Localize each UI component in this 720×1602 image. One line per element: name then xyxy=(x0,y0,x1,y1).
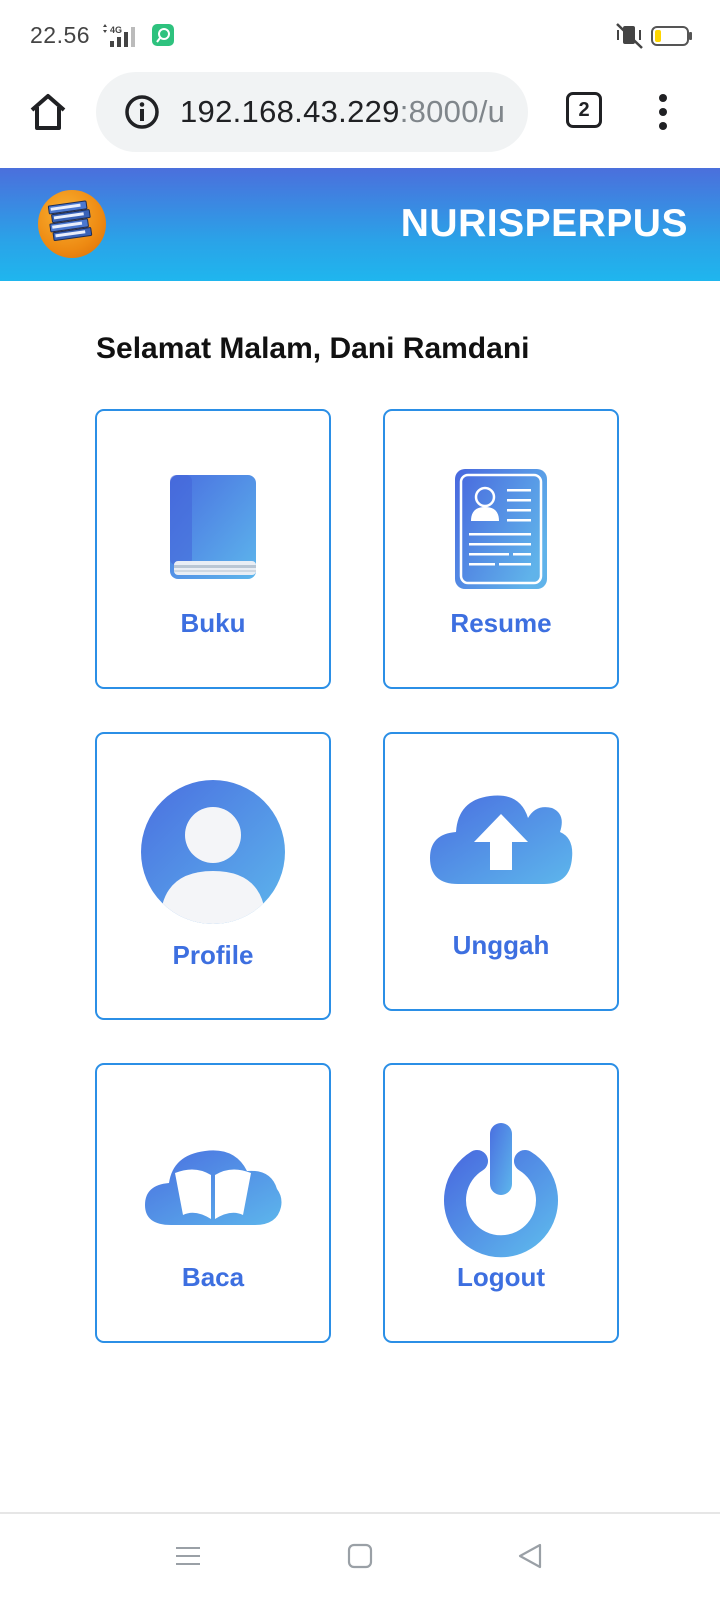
app-header: NURISPERPUS xyxy=(0,168,720,281)
browser-toolbar: 192.168.43.229:8000/u 2 xyxy=(0,70,720,168)
address-bar[interactable]: 192.168.43.229:8000/u xyxy=(96,72,528,152)
info-icon[interactable] xyxy=(124,94,160,135)
url-path: :8000/u xyxy=(399,94,506,129)
menu-card-logout[interactable]: Logout xyxy=(383,1063,619,1343)
menu-card-buku[interactable]: Buku xyxy=(95,409,331,689)
tab-switcher-button[interactable]: 2 xyxy=(566,92,602,128)
status-bar: 22.56 4G xyxy=(0,0,720,70)
menu-label: Profile xyxy=(172,940,254,970)
url-text[interactable]: 192.168.43.229:8000/u xyxy=(180,94,510,130)
menu-label: Buku xyxy=(180,608,246,638)
menu-label: Resume xyxy=(450,608,552,638)
status-right-icons xyxy=(614,20,694,57)
menu-button[interactable] xyxy=(648,90,678,134)
logo-icon[interactable] xyxy=(38,190,106,258)
profile-icon xyxy=(140,779,286,930)
url-host: 192.168.43.229 xyxy=(180,94,400,129)
cloud-book-icon xyxy=(143,1139,283,1232)
home-nav-icon[interactable] xyxy=(346,1542,374,1575)
greeting-text: Selamat Malam, Dani Ramdani xyxy=(96,332,530,365)
menu-card-unggah[interactable]: Unggah xyxy=(383,732,619,1011)
brand-title[interactable]: NURISPERPUS xyxy=(401,202,688,246)
app-notification-icon xyxy=(152,24,174,51)
svg-text:4G: 4G xyxy=(110,25,122,35)
power-icon xyxy=(431,1119,571,1264)
recent-apps-icon[interactable] xyxy=(174,1542,202,1575)
menu-label: Logout xyxy=(456,1262,546,1292)
resume-icon xyxy=(453,467,549,596)
system-nav-bar xyxy=(0,1512,720,1602)
book-icon xyxy=(168,473,258,586)
menu-card-resume[interactable]: Resume xyxy=(383,409,619,689)
menu-label: Baca xyxy=(181,1262,245,1292)
home-button[interactable] xyxy=(26,90,70,134)
vibrate-mute-icon xyxy=(616,23,643,49)
cloud-upload-icon xyxy=(428,778,574,891)
books-stack-icon xyxy=(47,200,93,242)
signal-icon: 4G xyxy=(100,24,142,53)
more-vert-icon xyxy=(659,94,667,130)
home-icon xyxy=(30,94,66,130)
menu-card-profile[interactable]: Profile xyxy=(95,732,331,1020)
menu-label: Unggah xyxy=(452,930,550,960)
battery-icon xyxy=(651,26,692,46)
status-time: 22.56 xyxy=(30,22,91,48)
menu-card-baca[interactable]: Baca xyxy=(95,1063,331,1343)
back-icon[interactable] xyxy=(516,1542,544,1575)
